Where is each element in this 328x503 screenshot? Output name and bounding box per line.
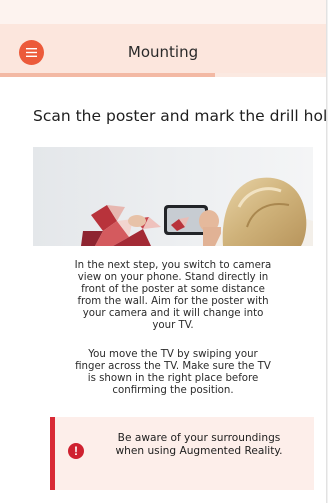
warning-accent-bar <box>50 417 55 490</box>
progress-bar <box>0 73 326 77</box>
hero-image <box>33 147 313 246</box>
instruction-paragraph-1: In the next step, you switch to camera v… <box>74 260 272 332</box>
page-title: Scan the poster and mark the drill hole <box>33 107 328 125</box>
instruction-paragraph-2: You move the TV by swiping your finger a… <box>75 349 271 397</box>
warning-callout: ! Be aware of your surroundings when usi… <box>50 417 314 490</box>
progress-bar-fill <box>0 73 216 77</box>
status-bar <box>0 0 326 24</box>
exclamation-circle-icon: ! <box>68 443 84 459</box>
warning-text: Be aware of your surroundings when using… <box>115 432 283 457</box>
person-holding-phone-photo <box>33 147 313 246</box>
page-header-title: Mounting <box>127 43 199 61</box>
menu-button[interactable] <box>19 40 44 65</box>
hamburger-menu-icon <box>26 48 37 57</box>
app-screen: Mounting Scan the poster and mark the dr… <box>0 0 328 503</box>
